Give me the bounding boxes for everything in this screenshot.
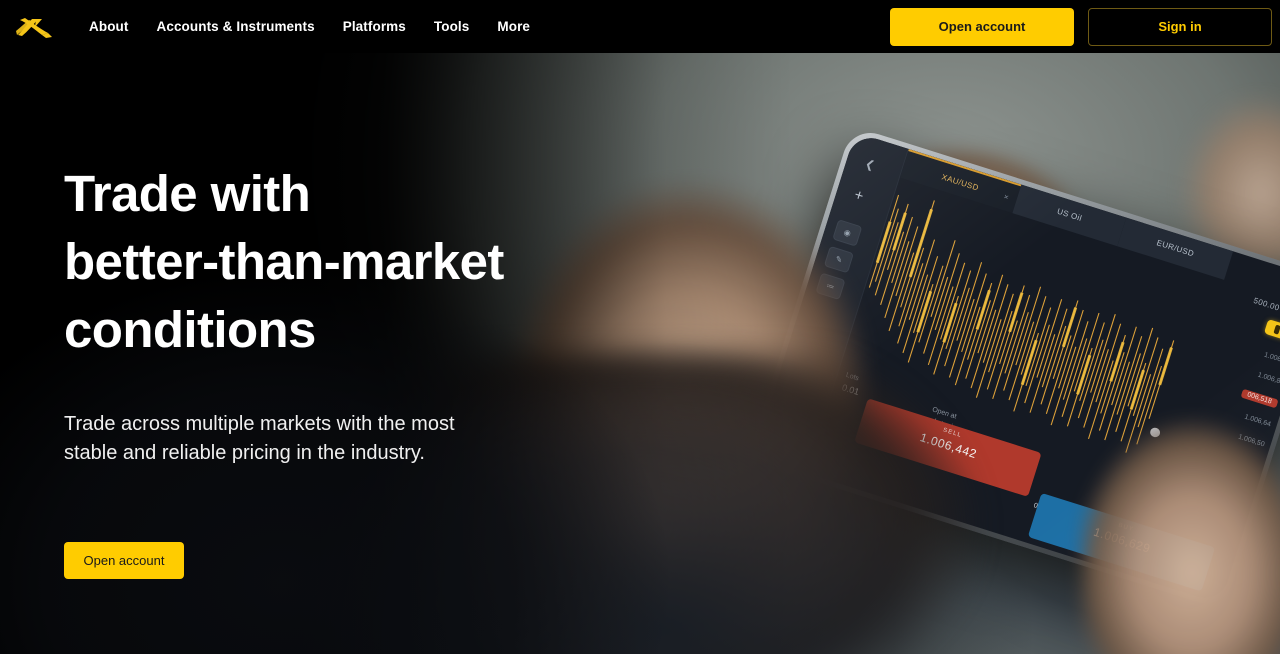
main-navigation: About Accounts & Instruments Platforms T… bbox=[89, 19, 530, 34]
nav-item-about[interactable]: About bbox=[89, 19, 128, 34]
landing-page: ❮ + ◉ ✎ ≔ XAU/USD × US Oil EUR/USD 500.0… bbox=[0, 0, 1280, 654]
open-account-button-header[interactable]: Open account bbox=[890, 7, 1074, 46]
nav-item-platforms[interactable]: Platforms bbox=[343, 19, 406, 34]
brand-logo-icon[interactable] bbox=[12, 9, 58, 45]
hero-subtitle: Trade across multiple markets with the m… bbox=[64, 413, 455, 464]
page-title: Trade with better-than-market conditions bbox=[64, 165, 504, 358]
nav-item-tools[interactable]: Tools bbox=[434, 19, 470, 34]
sign-in-button[interactable]: Sign in bbox=[1088, 7, 1272, 46]
nav-item-accounts-instruments[interactable]: Accounts & Instruments bbox=[156, 19, 314, 34]
site-header: About Accounts & Instruments Platforms T… bbox=[0, 0, 1280, 53]
open-account-button-hero[interactable]: Open account bbox=[64, 542, 184, 579]
nav-item-more[interactable]: More bbox=[497, 19, 530, 34]
header-actions: Open account Sign in bbox=[890, 7, 1272, 46]
hero-content: Trade with better-than-market conditions… bbox=[64, 160, 684, 579]
